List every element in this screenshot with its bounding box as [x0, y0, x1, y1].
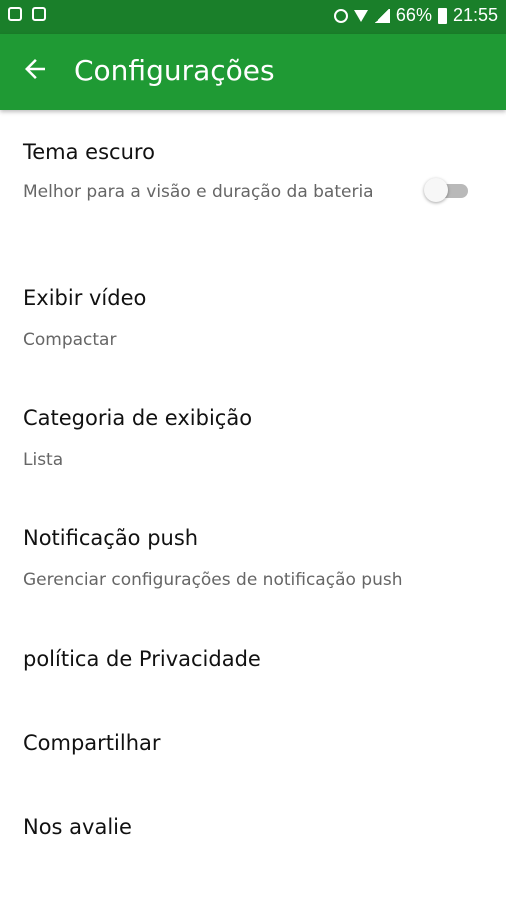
setting-privacy-policy[interactable]: política de Privacidade — [0, 605, 506, 690]
setting-title: Notificação push — [23, 526, 199, 550]
battery-percent: 66% — [395, 5, 432, 25]
status-time: 21:55 — [452, 5, 498, 25]
gallery-notification-icon — [8, 7, 22, 21]
wifi-icon — [353, 9, 368, 22]
setting-share[interactable]: Compartilhar — [0, 690, 506, 775]
alarm-icon — [333, 8, 348, 23]
page-title: Configurações — [74, 54, 275, 87]
setting-push-notification[interactable]: Notificação push Gerenciar configurações… — [0, 485, 506, 605]
status-bar: 66% 21:55 — [0, 0, 506, 34]
setting-title: Exibir vídeo — [23, 286, 147, 310]
status-bar-left-icons — [8, 7, 46, 21]
setting-rate-us[interactable]: Nos avalie — [0, 775, 506, 860]
toggle-thumb — [424, 178, 448, 202]
signal-icon — [373, 8, 390, 23]
setting-subtitle: Melhor para a visão e duração da bateria — [23, 182, 374, 202]
app-notification-icon — [32, 7, 46, 21]
setting-title: Categoria de exibição — [23, 406, 253, 430]
dark-theme-toggle[interactable] — [424, 178, 470, 202]
setting-title: Nos avalie — [23, 815, 132, 839]
setting-title: Tema escuro — [23, 140, 155, 164]
battery-icon — [437, 7, 447, 24]
setting-subtitle: Gerenciar configurações de notificação p… — [23, 570, 403, 590]
app-bar: Configurações — [0, 34, 506, 110]
setting-show-video[interactable]: Exibir vídeo Compactar — [0, 250, 506, 365]
setting-subtitle: Lista — [23, 450, 64, 470]
setting-title: política de Privacidade — [23, 647, 261, 671]
setting-subtitle: Compactar — [23, 330, 117, 350]
status-bar-right: 66% 21:55 — [333, 5, 498, 26]
arrow-left-icon[interactable] — [20, 54, 50, 84]
setting-display-category[interactable]: Categoria de exibição Lista — [0, 365, 506, 485]
setting-title: Compartilhar — [23, 731, 161, 755]
setting-dark-theme[interactable]: Tema escuro Melhor para a visão e duraçã… — [0, 110, 506, 250]
